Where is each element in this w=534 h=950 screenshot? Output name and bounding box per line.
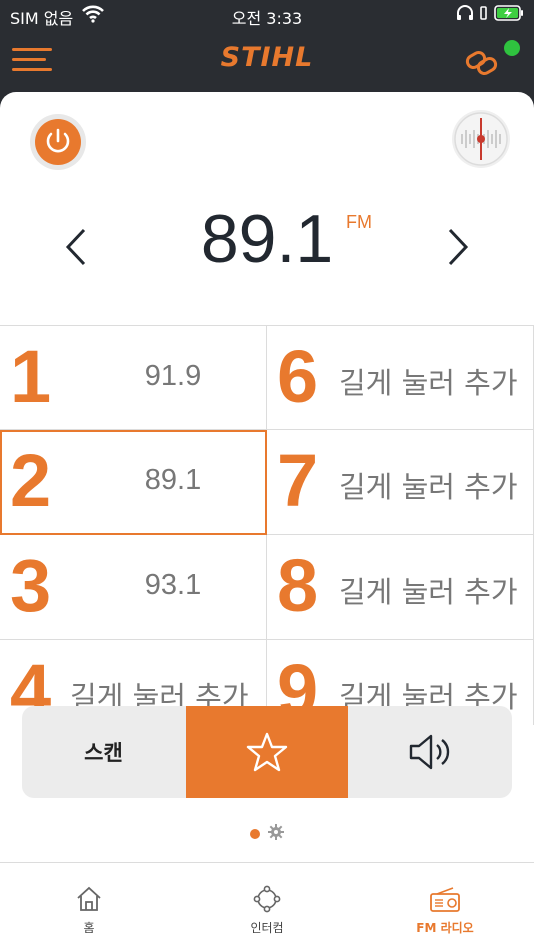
preset-frequency: 91.9 xyxy=(144,360,202,392)
bottom-tab-bar: 홈 인터컴 FM 라디오 xyxy=(0,862,534,950)
settings-gear-icon[interactable] xyxy=(268,824,284,844)
preset-3[interactable]: 3 93.1 xyxy=(0,535,267,640)
preset-7[interactable]: 7 길게 눌러 추가 xyxy=(267,430,534,535)
page-dot-active[interactable] xyxy=(250,829,260,839)
tab-label: FM 라디오 xyxy=(416,921,474,935)
chevron-right-icon xyxy=(448,228,469,266)
preset-number: 2 xyxy=(10,439,52,522)
preset-frequency: 89.1 xyxy=(144,464,202,496)
connection-link-icon[interactable] xyxy=(464,48,500,78)
volume-button[interactable] xyxy=(350,706,512,798)
power-button[interactable] xyxy=(30,114,86,170)
tab-intercom[interactable]: 인터컴 xyxy=(178,863,356,950)
preset-frequency: 93.1 xyxy=(144,569,202,601)
stihl-logo: STIHL xyxy=(220,42,314,73)
tab-fm-radio[interactable]: FM 라디오 xyxy=(356,863,534,950)
intercom-icon xyxy=(253,885,281,913)
preset-6[interactable]: 6 길게 눌러 추가 xyxy=(267,325,534,430)
preset-1[interactable]: 1 91.9 xyxy=(0,325,267,430)
next-station-button[interactable] xyxy=(438,222,478,272)
preset-add-hint: 길게 눌러 추가 xyxy=(339,575,518,609)
tab-label: 인터컴 xyxy=(250,921,284,935)
preset-number: 6 xyxy=(277,335,319,418)
page-indicator xyxy=(0,824,534,844)
preset-number: 8 xyxy=(277,544,319,627)
radio-panel: 89.1 FM 1 91.9 2 89.1 3 93.1 4 길게 눌러 추가 … xyxy=(0,92,534,950)
preset-number: 1 xyxy=(10,335,52,418)
star-icon xyxy=(246,732,288,772)
preset-2[interactable]: 2 89.1 xyxy=(0,430,267,535)
preset-number: 7 xyxy=(277,439,319,522)
preset-8[interactable]: 8 길게 눌러 추가 xyxy=(267,535,534,640)
preset-grid: 1 91.9 2 89.1 3 93.1 4 길게 눌러 추가 6 길게 눌러 … xyxy=(0,325,534,725)
scan-button[interactable]: 스캔 xyxy=(22,706,185,798)
band-label: FM xyxy=(346,212,372,232)
tab-home[interactable]: 홈 xyxy=(0,863,178,950)
speaker-icon xyxy=(409,734,450,770)
power-icon xyxy=(35,119,81,165)
control-bar: 스캔 xyxy=(22,706,512,798)
tuner-dial-icon xyxy=(454,112,508,166)
preset-number: 3 xyxy=(10,544,52,627)
home-icon xyxy=(77,886,101,911)
status-bar: SIM 없음 오전 3:33 xyxy=(0,0,534,30)
app-header: STIHL xyxy=(0,30,534,92)
preset-add-hint: 길게 눌러 추가 xyxy=(339,366,518,400)
radio-icon xyxy=(430,887,460,912)
clock: 오전 3:33 xyxy=(231,9,303,28)
headphones-icon xyxy=(456,5,474,25)
tuner-dial-button[interactable] xyxy=(452,110,510,168)
frequency-display: 89.1 FM xyxy=(0,192,534,302)
connection-status-dot xyxy=(504,40,520,56)
tab-label: 홈 xyxy=(83,921,95,935)
orientation-lock-icon xyxy=(480,5,488,25)
scan-label: 스캔 xyxy=(84,741,123,765)
favorite-button[interactable] xyxy=(186,706,348,798)
battery-icon xyxy=(494,5,524,25)
preset-add-hint: 길게 눌러 추가 xyxy=(339,470,518,504)
